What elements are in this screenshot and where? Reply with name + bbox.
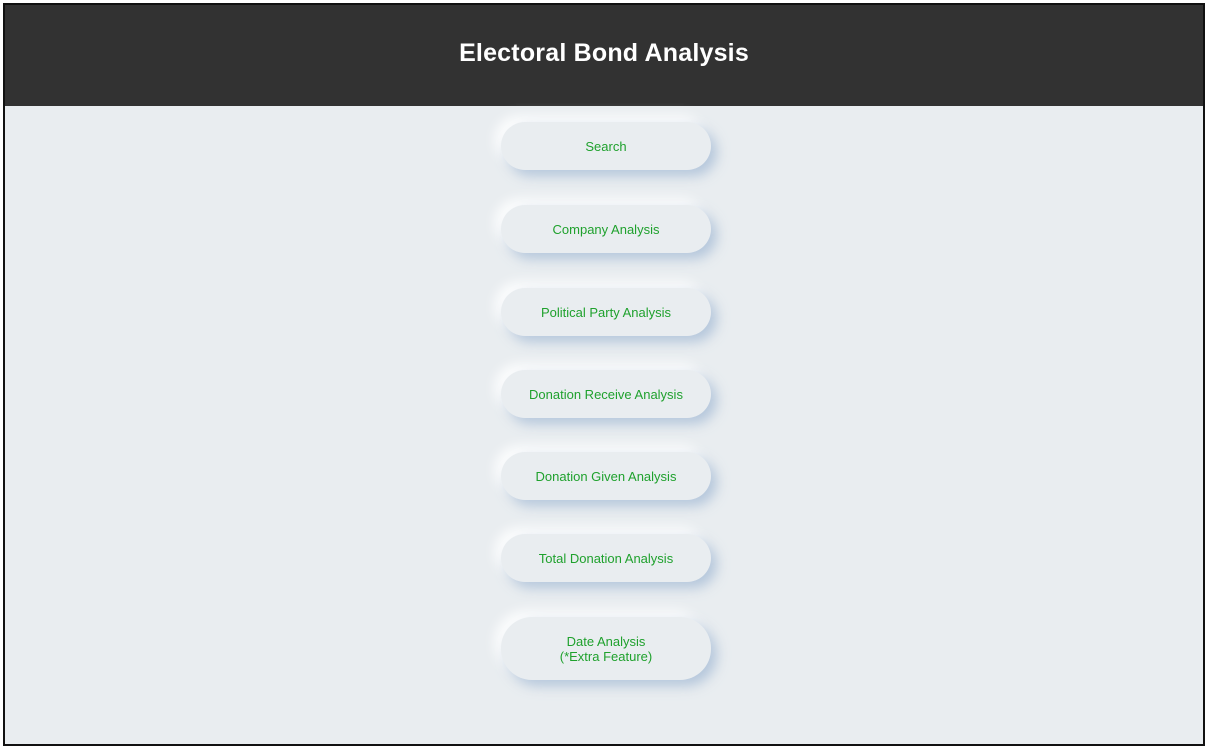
- page-title: Electoral Bond Analysis: [459, 39, 749, 67]
- date-analysis-button-label: Date Analysis (*Extra Feature): [560, 634, 652, 664]
- donation-given-analysis-button[interactable]: Donation Given Analysis: [501, 452, 711, 500]
- date-analysis-label-line2: (*Extra Feature): [559, 648, 653, 664]
- company-analysis-button[interactable]: Company Analysis: [501, 205, 711, 253]
- search-button[interactable]: Search: [501, 122, 711, 170]
- search-button-label: Search: [585, 138, 627, 154]
- total-donation-analysis-button[interactable]: Total Donation Analysis: [501, 534, 711, 582]
- app-frame: Electoral Bond Analysis Search Company A…: [3, 3, 1205, 746]
- header-bar: Electoral Bond Analysis: [5, 5, 1203, 106]
- total-donation-analysis-button-label: Total Donation Analysis: [538, 550, 674, 566]
- political-party-analysis-button[interactable]: Political Party Analysis: [501, 288, 711, 336]
- donation-given-analysis-button-label: Donation Given Analysis: [535, 468, 677, 484]
- date-analysis-label-line1: Date Analysis: [566, 633, 646, 649]
- donation-receive-analysis-button-label: Donation Receive Analysis: [529, 386, 683, 402]
- political-party-analysis-button-label: Political Party Analysis: [540, 304, 672, 320]
- company-analysis-button-label: Company Analysis: [552, 221, 660, 237]
- donation-receive-analysis-button[interactable]: Donation Receive Analysis: [501, 370, 711, 418]
- date-analysis-button[interactable]: Date Analysis (*Extra Feature): [501, 617, 711, 680]
